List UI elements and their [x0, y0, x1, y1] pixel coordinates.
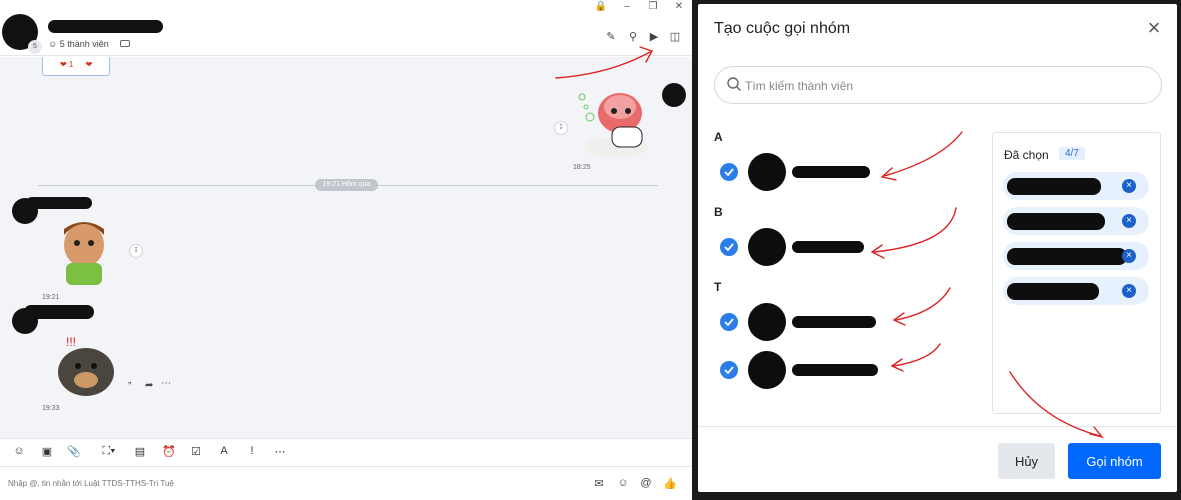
chip-name-redacted — [1007, 213, 1105, 230]
message-time: 18:25 — [573, 164, 591, 171]
checked-icon[interactable] — [720, 313, 738, 331]
otter-sticker: !!! — [58, 335, 114, 396]
contact-name-redacted — [792, 166, 870, 178]
minimize-icon[interactable]: – — [620, 1, 634, 12]
close-icon[interactable]: × — [1142, 16, 1166, 40]
checked-icon[interactable] — [720, 238, 738, 256]
selected-count-badge: 4/7 — [1059, 147, 1085, 160]
lock-icon[interactable]: 🔒 — [594, 1, 608, 12]
screenshot-icon[interactable]: ⛶▾ — [96, 445, 122, 458]
date-pill: 19:21 Hôm qua — [315, 179, 378, 191]
remove-icon[interactable]: × — [1122, 249, 1136, 263]
task-icon[interactable]: ☑ — [188, 445, 204, 458]
more-icon[interactable]: ⋯ — [161, 378, 171, 389]
selected-chip: × — [1003, 277, 1149, 305]
section-letter-a: A — [714, 130, 723, 144]
message-time: 19:21 — [42, 294, 60, 301]
checked-icon[interactable] — [720, 163, 738, 181]
section-letter-b: B — [714, 205, 723, 219]
contact-avatar — [748, 303, 786, 341]
chip-name-redacted — [1007, 283, 1099, 300]
search-input[interactable] — [745, 77, 1145, 95]
selected-panel: Đã chọn 4/7 × × × × — [992, 132, 1161, 414]
urgent-icon[interactable]: ! — [244, 445, 260, 457]
screenshot-stage: 🔒 – ❐ ✕ 5 ☺ 5 thành viên ✎ ⚲ ▶ ◫ ❤ 1 ❤ ↧… — [0, 0, 1181, 500]
download-icon[interactable]: ↧ — [129, 244, 143, 258]
contact-row[interactable] — [714, 150, 974, 194]
chip-name-redacted — [1007, 178, 1101, 195]
heart-icon[interactable]: ❤ — [86, 60, 93, 69]
contact-row[interactable] — [714, 300, 974, 344]
group-name-redacted — [48, 20, 163, 33]
mention-icon[interactable]: @ — [639, 477, 653, 489]
add-member-icon[interactable]: ✎ — [604, 30, 618, 43]
selected-chip: × — [1003, 242, 1149, 270]
composer-toolbar: ☺ ▣ 📎 ⛶▾ ▤ ⏰ ☑ Α ! ⋯ — [0, 438, 692, 466]
checked-icon[interactable] — [720, 361, 738, 379]
contact-avatar — [748, 351, 786, 389]
user-icon: ☺ — [48, 39, 60, 49]
side-panel-icon[interactable]: ◫ — [668, 30, 682, 43]
chat-header: 5 ☺ 5 thành viên ✎ ⚲ ▶ ◫ — [0, 14, 692, 56]
group-call-modal: Tạo cuộc gọi nhóm × A B T — [698, 4, 1177, 492]
chat-window: 🔒 – ❐ ✕ 5 ☺ 5 thành viên ✎ ⚲ ▶ ◫ ❤ 1 ❤ ↧… — [0, 0, 692, 500]
modal-title: Tạo cuộc gọi nhóm — [714, 20, 851, 37]
attach-icon[interactable]: 📎 — [66, 445, 82, 458]
close-window-icon[interactable]: ✕ — [672, 1, 686, 12]
restore-icon[interactable]: ❐ — [646, 1, 660, 12]
selected-chip: × — [1003, 172, 1149, 200]
svg-text:!!!: !!! — [66, 335, 76, 349]
message-list: ❤ 1 ❤ ↧ 18:25 19:21 Hôm qua ↧ 19:21 !!! … — [0, 57, 692, 438]
emoji-icon[interactable]: ☺ — [616, 477, 630, 489]
modal-footer: Hủy Gọi nhóm — [698, 426, 1177, 492]
quick-message-icon[interactable]: ✉ — [592, 477, 606, 490]
cow-sticker — [578, 93, 648, 157]
window-titlebar: 🔒 – ❐ ✕ — [0, 0, 692, 16]
member-count[interactable]: ☺ 5 thành viên — [48, 39, 109, 49]
member-badge: 5 — [28, 40, 42, 54]
contact-name-redacted — [792, 364, 878, 376]
reaction-count: ❤ 1 — [60, 60, 74, 69]
video-call-icon[interactable]: ▶ — [647, 30, 661, 43]
reaction-box[interactable]: ❤ 1 ❤ — [42, 57, 110, 76]
contact-row[interactable] — [714, 348, 974, 392]
sender-avatar[interactable] — [662, 83, 686, 107]
search-icon[interactable]: ⚲ — [626, 30, 640, 43]
section-letter-t: T — [714, 280, 722, 294]
member-count-label: 5 thành viên — [59, 39, 109, 49]
more-options-icon[interactable]: ⋯ — [272, 445, 288, 458]
sender-name-redacted — [26, 197, 92, 209]
message-time: 19:33 — [42, 405, 60, 412]
quote-icon[interactable]: ” — [128, 381, 131, 392]
forward-icon[interactable]: ➦ — [145, 380, 153, 391]
selected-label: Đã chọn — [1004, 148, 1049, 162]
contact-name-redacted — [792, 241, 864, 253]
sticker-icon[interactable]: ☺ — [11, 445, 27, 457]
format-text-icon[interactable]: Α — [216, 445, 232, 457]
member-search[interactable] — [714, 66, 1162, 104]
selected-chip: × — [1003, 207, 1149, 235]
search-icon — [727, 77, 741, 91]
remove-icon[interactable]: × — [1122, 179, 1136, 193]
group-call-button[interactable]: Gọi nhóm — [1068, 443, 1161, 479]
contact-row[interactable] — [714, 225, 974, 269]
composer: ✉ ☺ @ 👍 — [0, 466, 692, 500]
cancel-button[interactable]: Hủy — [998, 443, 1055, 479]
message-input[interactable] — [8, 475, 568, 491]
boy-sticker — [64, 222, 104, 285]
download-icon[interactable]: ↧ — [554, 121, 568, 135]
reminder-icon[interactable]: ⏰ — [161, 445, 177, 458]
contact-name-redacted — [792, 316, 876, 328]
tag-icon[interactable] — [120, 40, 130, 47]
thumbs-up-icon[interactable]: 👍 — [663, 477, 677, 490]
remove-icon[interactable]: × — [1122, 214, 1136, 228]
contact-card-icon[interactable]: ▤ — [132, 445, 148, 458]
contact-avatar — [748, 153, 786, 191]
remove-icon[interactable]: × — [1122, 284, 1136, 298]
contact-avatar — [748, 228, 786, 266]
sender-name-redacted — [24, 305, 94, 319]
image-icon[interactable]: ▣ — [39, 445, 55, 458]
chip-name-redacted — [1007, 248, 1127, 265]
